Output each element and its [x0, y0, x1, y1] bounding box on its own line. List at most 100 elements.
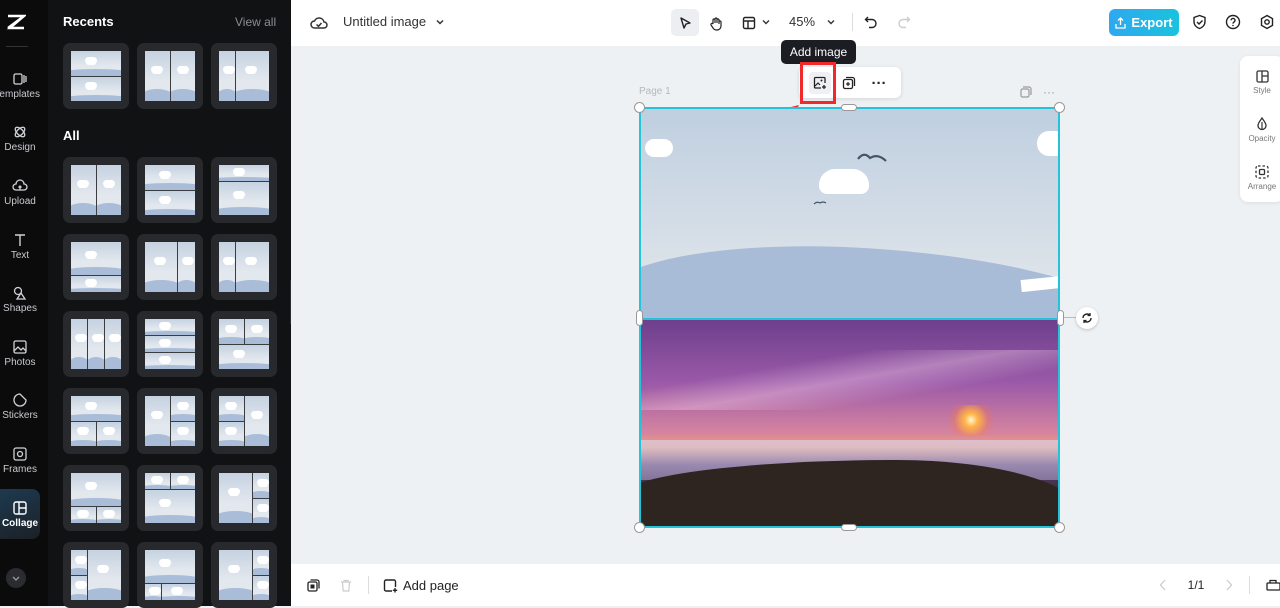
opacity-button[interactable]: Opacity [1240, 108, 1280, 152]
more-options-button[interactable]: ··· [869, 73, 889, 93]
collage-cell-bottom-sunset-photo[interactable] [641, 320, 1058, 526]
collage-template-thumbnail[interactable] [211, 234, 277, 300]
next-page-button[interactable] [1222, 577, 1236, 593]
document-title[interactable]: Untitled image [343, 14, 426, 29]
pages-panel-button[interactable] [1266, 577, 1280, 593]
collage-cell-top-placeholder[interactable] [641, 109, 1058, 318]
collage-template-thumbnail[interactable] [63, 311, 129, 377]
resize-handle-right[interactable] [1057, 310, 1064, 326]
cloud-sync-icon[interactable] [309, 13, 329, 33]
collage-template-thumbnail[interactable] [137, 311, 203, 377]
bird-icon [857, 153, 887, 162]
duplicate-element-button[interactable] [839, 73, 859, 93]
rail-more-button[interactable] [6, 568, 26, 588]
collage-template-thumbnail[interactable] [63, 43, 129, 109]
rail-item-design[interactable]: Design [0, 113, 40, 163]
resize-handle-br[interactable] [1054, 522, 1065, 533]
template-cell [105, 319, 121, 369]
rail-item-photos[interactable]: Photos [0, 328, 40, 378]
template-cell [88, 319, 104, 369]
template-preview [219, 473, 269, 523]
resize-handle-top[interactable] [841, 104, 857, 111]
template-preview [71, 396, 121, 446]
template-preview [145, 473, 195, 523]
settings-button[interactable] [1257, 12, 1277, 32]
delete-page-button[interactable] [338, 577, 354, 593]
collage-template-thumbnail[interactable] [63, 234, 129, 300]
rail-item-templates[interactable]: Templates [0, 60, 40, 110]
page-more-icon[interactable]: ··· [1041, 84, 1057, 100]
rail-item-upload[interactable]: Upload [0, 167, 40, 217]
collage-template-thumbnail[interactable] [63, 542, 129, 608]
redo-button[interactable] [894, 12, 914, 32]
resize-handle-left[interactable] [636, 310, 643, 326]
template-preview [71, 319, 121, 369]
view-all-link[interactable]: View all [235, 15, 276, 29]
collage-template-thumbnail[interactable] [211, 157, 277, 223]
collage-template-thumbnail[interactable] [211, 465, 277, 531]
layout-dropdown-icon[interactable] [759, 14, 773, 30]
upload-icon [12, 178, 28, 191]
collage-template-thumbnail[interactable] [137, 388, 203, 454]
template-cell [71, 242, 121, 275]
undo-button[interactable] [861, 12, 881, 32]
rail-item-frames[interactable]: Frames [0, 435, 40, 485]
template-cell [71, 396, 121, 421]
duplicate-page-button[interactable] [1018, 84, 1034, 100]
chevron-down-icon [12, 576, 20, 581]
help-button[interactable] [1223, 12, 1243, 32]
duplicate-page-bottom-button[interactable] [305, 577, 321, 593]
arrange-button[interactable]: Arrange [1240, 156, 1280, 200]
collage-template-thumbnail[interactable] [137, 234, 203, 300]
collage-template-thumbnail[interactable] [211, 43, 277, 109]
collage-artboard[interactable] [639, 107, 1060, 528]
collage-template-thumbnail[interactable] [211, 388, 277, 454]
add-page-button[interactable]: Add page [383, 576, 481, 594]
template-cell [145, 242, 177, 292]
template-cell [170, 473, 195, 489]
prev-page-button[interactable] [1156, 577, 1170, 593]
template-cell [219, 473, 252, 523]
rotate-button[interactable] [1076, 307, 1098, 329]
template-cell [145, 319, 195, 335]
resize-handle-tr[interactable] [1054, 102, 1065, 113]
collage-template-thumbnail[interactable] [137, 542, 203, 608]
resize-handle-bottom[interactable] [841, 524, 857, 531]
zoom-dropdown-icon[interactable] [823, 14, 839, 30]
hand-tool-button[interactable] [705, 12, 727, 34]
zoom-level[interactable]: 45% [789, 14, 815, 29]
collage-template-thumbnail[interactable] [63, 465, 129, 531]
rail-item-collage[interactable]: Collage [0, 489, 40, 539]
arrange-icon [1255, 165, 1269, 179]
duplicate-icon [306, 578, 320, 592]
redo-icon [898, 16, 911, 29]
shield-button[interactable] [1189, 12, 1209, 32]
style-button[interactable]: Style [1240, 60, 1280, 104]
cloud-shape [1037, 131, 1058, 156]
template-cell [71, 473, 121, 506]
rail-item-shapes[interactable]: Shapes [0, 274, 40, 324]
collage-template-thumbnail[interactable] [63, 388, 129, 454]
resize-handle-bl[interactable] [634, 522, 645, 533]
template-cell [145, 165, 195, 190]
export-button[interactable]: Export [1109, 9, 1179, 36]
resize-handle-tl[interactable] [634, 102, 645, 113]
select-tool-button[interactable] [671, 9, 699, 36]
rail-item-text[interactable]: Text [0, 221, 40, 271]
collage-template-thumbnail[interactable] [63, 157, 129, 223]
template-preview [219, 165, 269, 215]
collage-template-thumbnail[interactable] [211, 542, 277, 608]
collage-template-thumbnail[interactable] [137, 157, 203, 223]
opacity-icon [1257, 117, 1267, 131]
template-preview [145, 242, 195, 292]
capcut-logo-icon[interactable] [0, 10, 32, 34]
layout-button[interactable] [739, 12, 759, 34]
shield-check-icon [1192, 14, 1206, 30]
rail-item-stickers[interactable]: Stickers [0, 381, 40, 431]
collage-template-thumbnail[interactable] [137, 43, 203, 109]
collage-template-thumbnail[interactable] [137, 465, 203, 531]
collage-template-thumbnail[interactable] [211, 311, 277, 377]
template-cell [244, 396, 269, 446]
stickers-icon [13, 392, 27, 407]
title-dropdown-icon[interactable] [433, 15, 447, 29]
